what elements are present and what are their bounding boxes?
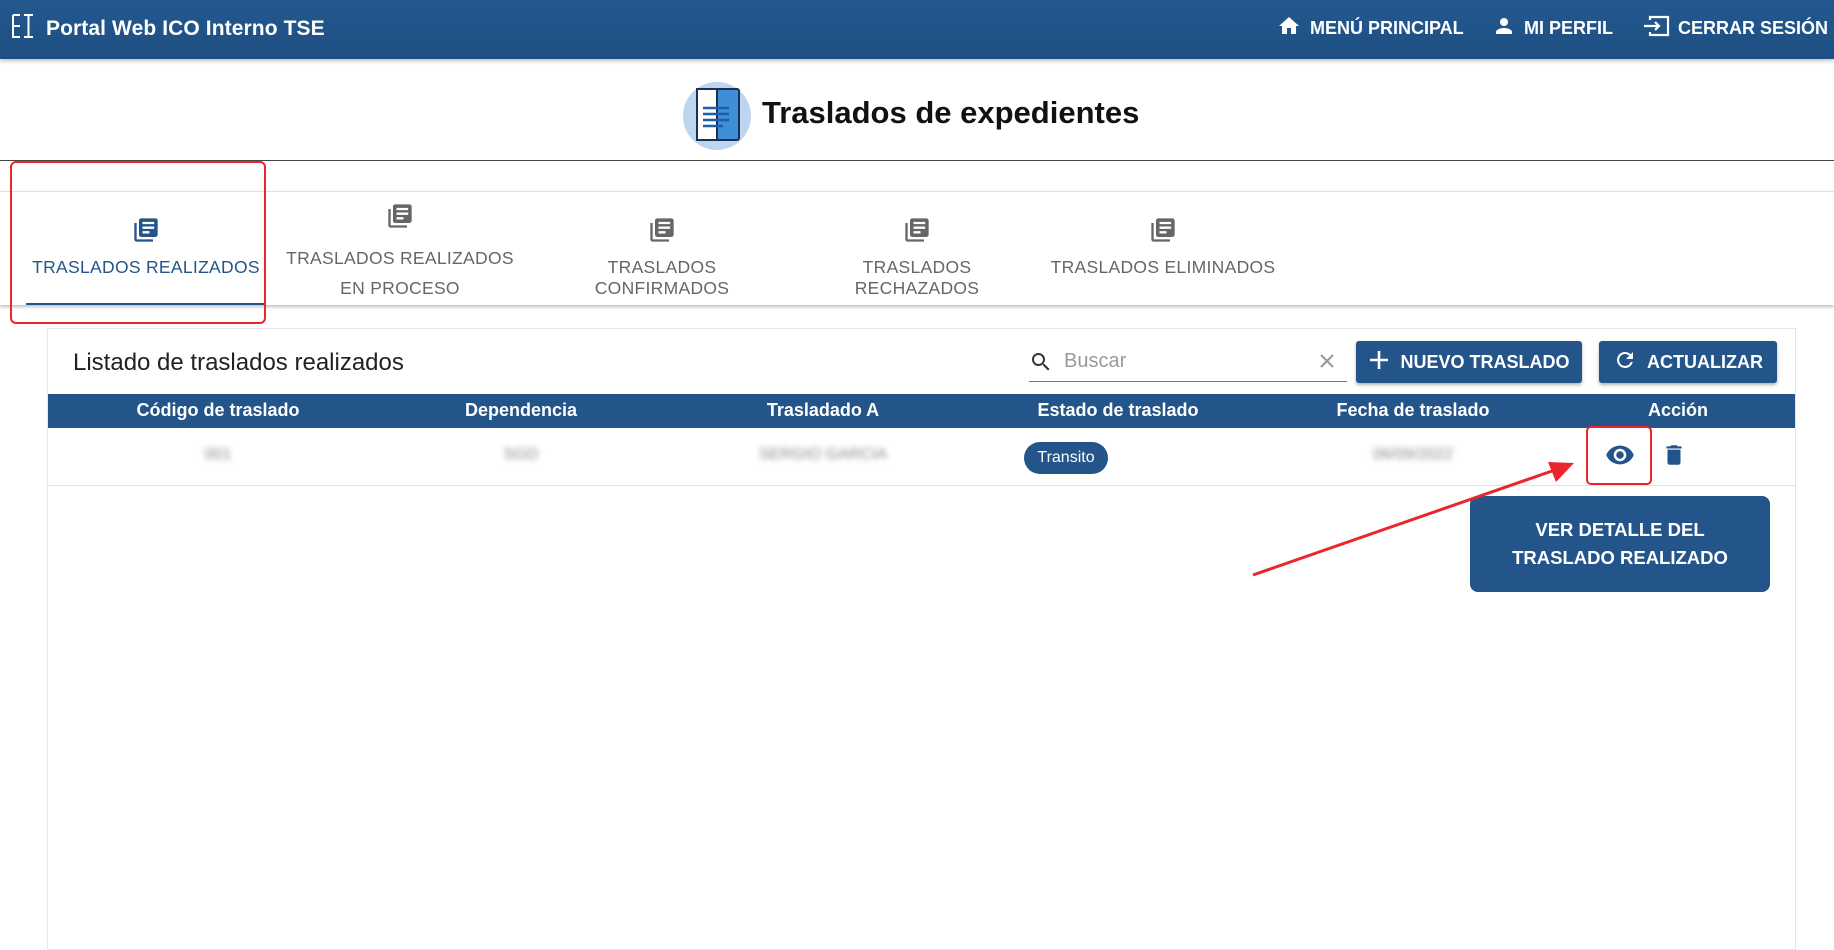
cerrar-sesion-label: CERRAR SESIÓN <box>1678 18 1829 38</box>
traslados-card: Listado de traslados realizados NUEVO TR… <box>47 328 1796 950</box>
cell-fecha: 06/09/2022 <box>1372 446 1454 463</box>
tab-traslados-eliminados[interactable]: TRASLADOS ELIMINADOS <box>1050 192 1276 305</box>
library-books-icon <box>538 216 786 249</box>
status-badge: Transito <box>1024 442 1108 474</box>
annotation-callout: VER DETALLE DEL TRASLADO REALIZADO <box>1470 496 1770 592</box>
clear-search-icon[interactable] <box>1317 351 1337 376</box>
cell-dependencia: SGD <box>503 446 539 463</box>
tab-label: TRASLADOS RECHAZADOS <box>854 257 980 298</box>
person-icon <box>1492 14 1516 43</box>
page-title: Traslados de expedientes <box>762 95 1140 130</box>
library-books-icon <box>1050 216 1276 249</box>
tab-label: TRASLADOS ELIMINADOS <box>1050 257 1276 277</box>
plus-icon <box>1368 349 1390 376</box>
document-icon <box>683 82 751 150</box>
list-title: Listado de traslados realizados <box>73 349 404 376</box>
nuevo-traslado-label: NUEVO TRASLADO <box>1400 351 1570 372</box>
app-title: Portal Web ICO Interno TSE <box>46 16 325 40</box>
table-row: 001 SGD SERGIO GARCIA Transito 06/09/202… <box>48 428 1795 486</box>
top-navbar: Portal Web ICO Interno TSE MENÚ PRINCIPA… <box>0 0 1834 59</box>
tab-label-line1: TRASLADOS REALIZADOS <box>286 248 514 268</box>
tab-label: TRASLADOS CONFIRMADOS <box>594 257 730 298</box>
view-button-highlight-box <box>1586 426 1652 485</box>
column-header[interactable]: Código de traslado <box>88 400 348 421</box>
refresh-icon <box>1613 348 1637 377</box>
search-input[interactable] <box>1062 345 1316 377</box>
library-books-icon <box>285 202 515 235</box>
cerrar-sesion-link[interactable]: CERRAR SESIÓN <box>1642 14 1828 43</box>
callout-line1: VER DETALLE DEL <box>1535 519 1705 540</box>
actualizar-button[interactable]: ACTUALIZAR <box>1599 341 1777 383</box>
trash-icon <box>1661 441 1687 474</box>
nuevo-traslado-button[interactable]: NUEVO TRASLADO <box>1356 341 1582 383</box>
library-books-icon <box>800 216 1034 249</box>
column-header[interactable]: Dependencia <box>381 400 661 421</box>
cell-codigo: 001 <box>204 446 232 463</box>
page-header: Traslados de expedientes <box>0 59 1834 161</box>
menu-principal-label: MENÚ PRINCIPAL <box>1310 18 1464 38</box>
tab-traslados-rechazados[interactable]: TRASLADOS RECHAZADOS <box>800 192 1034 305</box>
search-box <box>1029 341 1347 382</box>
cell-trasladado-a: SERGIO GARCIA <box>758 446 888 463</box>
logout-icon <box>1642 14 1670 43</box>
tab-bar: TRASLADOS REALIZADOS TRASLADOS REALIZADO… <box>0 191 1834 305</box>
column-header[interactable]: Fecha de traslado <box>1268 400 1558 421</box>
mi-perfil-link[interactable]: MI PERFIL <box>1492 14 1613 43</box>
active-tab-highlight-box <box>10 161 266 324</box>
app-logo-icon <box>10 12 36 45</box>
menu-principal-link[interactable]: MENÚ PRINCIPAL <box>1276 14 1464 43</box>
delete-button[interactable] <box>1657 440 1691 474</box>
table-header: Código de traslado Dependencia Trasladad… <box>48 394 1795 428</box>
mi-perfil-label: MI PERFIL <box>1524 18 1613 38</box>
actualizar-label: ACTUALIZAR <box>1647 351 1763 372</box>
tab-traslados-en-proceso[interactable]: TRASLADOS REALIZADOS EN PROCESO <box>285 192 515 305</box>
column-header[interactable]: Trasladado A <box>678 400 968 421</box>
brand[interactable]: Portal Web ICO Interno TSE <box>10 12 325 45</box>
home-icon <box>1276 14 1302 43</box>
column-header: Acción <box>1647 400 1708 420</box>
callout-line2: TRASLADO REALIZADO <box>1512 547 1728 568</box>
column-header[interactable]: Estado de traslado <box>968 400 1268 421</box>
search-icon <box>1029 350 1053 379</box>
tab-label-line2: EN PROCESO <box>340 278 460 298</box>
tab-traslados-confirmados[interactable]: TRASLADOS CONFIRMADOS <box>538 192 786 305</box>
